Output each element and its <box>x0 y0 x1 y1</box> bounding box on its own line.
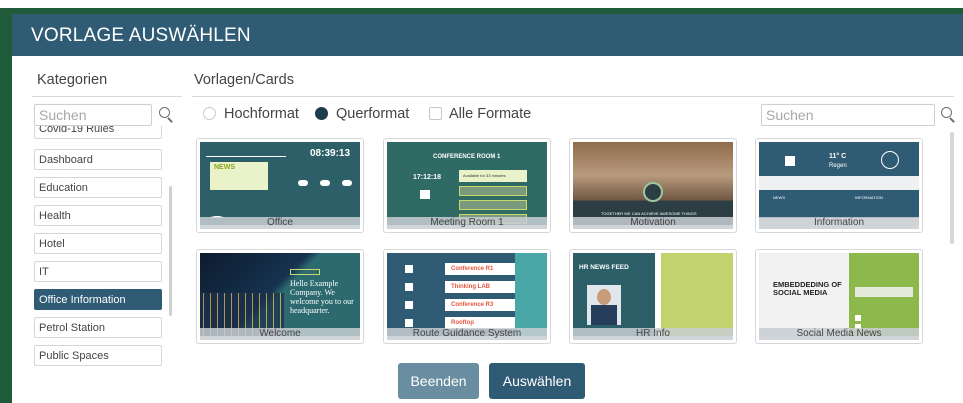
thumb-info: INFORMATION <box>855 195 883 200</box>
thumb-room-2: Thinking LAB <box>451 284 490 290</box>
template-thumbnail: HR NEWS FEED <box>573 253 733 336</box>
category-item[interactable]: Dashboard <box>34 149 162 170</box>
category-list[interactable]: Covid-19 Rules Dashboard Education Healt… <box>34 126 174 372</box>
divider <box>192 96 954 97</box>
thumb-heading: EMBEDDEDING OF SOCIAL MEDIA <box>773 280 842 297</box>
search-icon[interactable] <box>941 107 955 123</box>
thumb-clock: 08:39:13 <box>310 148 351 159</box>
template-card-information[interactable]: 11° C Regen NEWS INFORMATION Information <box>755 138 923 233</box>
thumb-room-1: Conference R1 <box>451 266 494 272</box>
category-item[interactable]: IT <box>34 261 162 282</box>
category-item[interactable]: Health <box>34 205 162 226</box>
category-scrollbar[interactable] <box>169 186 172 316</box>
template-thumbnail: Conference R1 Thinking LAB Conference R3… <box>387 253 547 336</box>
template-card-office[interactable]: 08:39:13 NEWS Office <box>196 138 364 233</box>
template-card-meeting-room[interactable]: CONFERENCE ROOM 1 17:12:18 Available for… <box>383 138 551 233</box>
template-search-input[interactable]: Suchen <box>761 104 935 126</box>
category-item[interactable]: Education <box>34 177 162 198</box>
thumb-heading: NEWS <box>214 164 235 171</box>
thumb-time: 17:12:18 <box>413 174 442 181</box>
divider <box>32 96 182 97</box>
format-radio-portrait[interactable] <box>203 107 216 120</box>
thumb-heading: CONFERENCE ROOM 1 <box>433 154 501 160</box>
thumb-temp: 11° C <box>829 153 847 160</box>
template-thumbnail: CONFERENCE ROOM 1 17:12:18 Available for… <box>387 142 547 225</box>
category-item[interactable]: Hotel <box>34 233 162 254</box>
template-caption: Office <box>200 217 360 229</box>
template-caption: Information <box>759 217 919 229</box>
category-search-input[interactable]: Suchen <box>34 104 152 126</box>
dialog-titlebar: VORLAGE AUSWÄHLEN <box>12 14 963 56</box>
template-card-social-media[interactable]: EMBEDDEDING OF SOCIAL MEDIA Social Media… <box>755 249 923 344</box>
format-label-landscape[interactable]: Querformat <box>336 106 409 122</box>
thumb-slogan: TOGETHER WE CAN ACHIEVE AWESOME THINGS <box>601 211 697 216</box>
template-thumbnail: TOGETHER WE CAN ACHIEVE AWESOME THINGS <box>573 142 733 225</box>
thumb-status: Available for 33 minutes <box>463 173 506 178</box>
template-dialog: VORLAGE AUSWÄHLEN Kategorien Suchen Covi… <box>12 14 963 403</box>
window-frame: VORLAGE AUSWÄHLEN Kategorien Suchen Covi… <box>0 0 963 403</box>
category-item-selected[interactable]: Office Information <box>34 289 162 310</box>
category-item[interactable]: Public Spaces <box>34 345 162 366</box>
thumb-heading: HR NEWS FEED <box>579 264 629 271</box>
thumb-room-3: Conference R3 <box>451 302 494 308</box>
select-button[interactable]: Auswählen <box>489 363 585 399</box>
thumb-room-4: Rooftop <box>451 320 474 326</box>
thumb-news: NEWS <box>773 195 785 200</box>
format-label-all[interactable]: Alle Formate <box>449 106 531 122</box>
format-checkbox-all[interactable] <box>429 107 442 120</box>
format-radio-landscape[interactable] <box>315 107 328 120</box>
search-icon[interactable] <box>159 107 173 123</box>
template-thumbnail: 11° C Regen NEWS INFORMATION <box>759 142 919 225</box>
background-edge-left <box>0 8 12 403</box>
categories-header: Kategorien <box>37 72 108 88</box>
thumb-welcome-text: Hello Example Company. We welcome you to… <box>290 279 354 315</box>
template-caption: Route Guidance System <box>387 328 547 340</box>
template-card-welcome[interactable]: Hello Example Company. We welcome you to… <box>196 249 364 344</box>
template-card-route-guidance[interactable]: Conference R1 Thinking LAB Conference R3… <box>383 249 551 344</box>
template-scrollbar[interactable] <box>950 132 954 244</box>
template-card-motivation[interactable]: TOGETHER WE CAN ACHIEVE AWESOME THINGS M… <box>569 138 737 233</box>
category-item[interactable]: Petrol Station <box>34 317 162 338</box>
template-card-hr-info[interactable]: HR NEWS FEED HR Info <box>569 249 737 344</box>
dialog-title: VORLAGE AUSWÄHLEN <box>31 25 251 46</box>
cancel-button[interactable]: Beenden <box>398 363 479 399</box>
template-caption: HR Info <box>573 328 733 340</box>
template-caption: Motivation <box>573 217 733 229</box>
template-caption: Welcome <box>200 328 360 340</box>
template-thumbnail: EMBEDDEDING OF SOCIAL MEDIA <box>759 253 919 336</box>
template-thumbnail: 08:39:13 NEWS <box>200 142 360 225</box>
category-item[interactable]: Covid-19 Rules <box>34 126 162 139</box>
format-label-portrait[interactable]: Hochformat <box>224 106 299 122</box>
template-caption: Social Media News <box>759 328 919 340</box>
template-caption: Meeting Room 1 <box>387 217 547 229</box>
template-thumbnail: Hello Example Company. We welcome you to… <box>200 253 360 336</box>
thumb-weather: Regen <box>829 163 847 169</box>
templates-header: Vorlagen/Cards <box>194 72 294 88</box>
